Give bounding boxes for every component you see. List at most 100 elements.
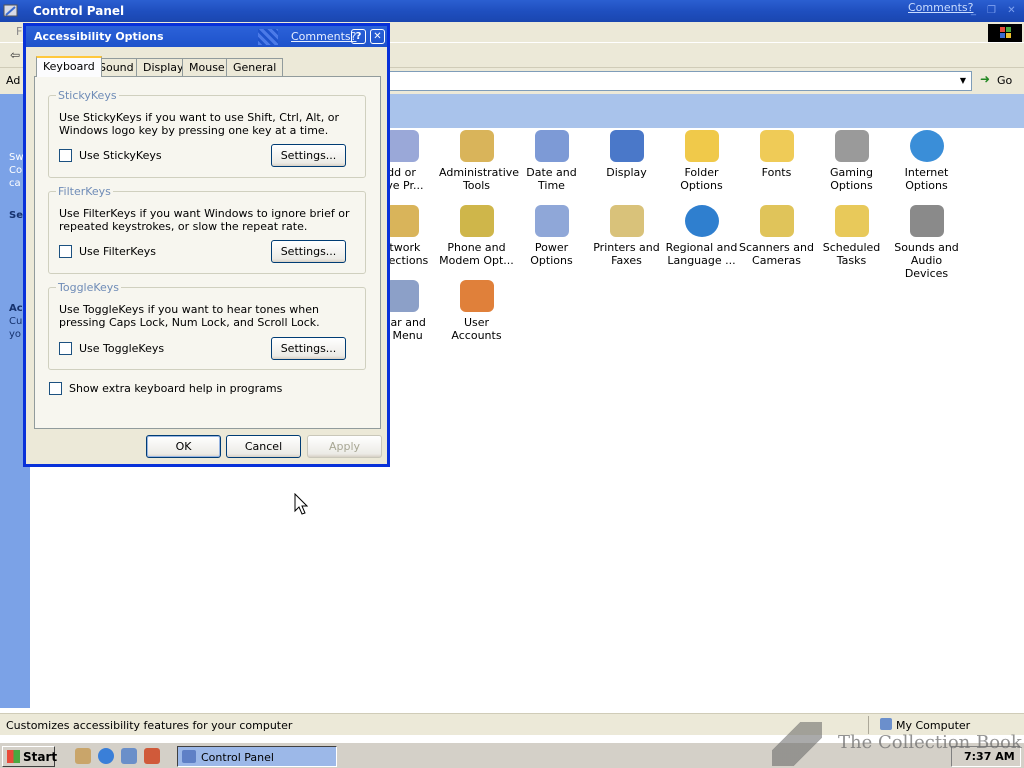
stickykeys-description: Use StickyKeys if you want to use Shift,… [59, 111, 339, 137]
control-panel-item[interactable]: Scanners and Cameras [739, 205, 814, 267]
control-panel-item-label: Power Options [530, 241, 573, 267]
fonts-icon [759, 130, 794, 162]
control-panel-item-label: Printers and Faxes [593, 241, 660, 267]
control-panel-item[interactable]: Phone and Modem Opt... [439, 205, 514, 267]
left-panel-text[interactable]: Sw [9, 152, 24, 163]
control-panel-item-label: Display [606, 166, 647, 179]
stickykeys-settings-button[interactable]: Settings... [271, 144, 346, 167]
regional-language-icon [684, 205, 719, 237]
minimize-button[interactable]: _ [966, 4, 981, 17]
file-menu[interactable]: F [16, 25, 22, 38]
tab-mouse[interactable]: Mouse [182, 58, 232, 76]
control-panel-item[interactable]: Gaming Options [814, 130, 889, 192]
control-panel-item-label: Sounds and Audio Devices [894, 241, 959, 280]
control-panel-item[interactable]: Date and Time [514, 130, 589, 192]
printers-faxes-icon [609, 205, 644, 237]
tab-general[interactable]: General [226, 58, 284, 76]
use-togglekeys-label: Use ToggleKeys [79, 342, 165, 355]
mouse-cursor-icon [294, 492, 309, 518]
power-options-icon [534, 205, 569, 237]
go-button[interactable]: ➜ Go [978, 71, 1020, 91]
checkbox-box[interactable] [59, 245, 72, 258]
ok-button[interactable]: OK [146, 435, 221, 458]
window-title: Control Panel [33, 4, 125, 18]
filterkeys-group-label: FilterKeys [56, 185, 113, 198]
left-panel-text[interactable]: ca [9, 178, 21, 189]
address-dropdown-icon[interactable]: ▼ [955, 72, 971, 90]
show-desktop-icon[interactable] [75, 748, 91, 764]
control-panel-icon [3, 3, 19, 19]
use-filterkeys-label: Use FilterKeys [79, 245, 156, 258]
go-label: Go [997, 74, 1013, 87]
use-stickykeys-label: Use StickyKeys [79, 149, 162, 162]
back-arrow-icon[interactable]: ⇦ [10, 48, 20, 62]
start-button[interactable]: Start [2, 746, 58, 767]
cancel-button[interactable]: Cancel [226, 435, 301, 458]
control-panel-item[interactable]: Folder Options [664, 130, 739, 192]
dialog-title-bar[interactable]: Accessibility Options Comments? ? ✕ [26, 26, 387, 47]
administrative-tools-icon [459, 130, 494, 162]
dialog-title: Accessibility Options [34, 30, 164, 43]
control-panel-item[interactable]: User Accounts [439, 280, 514, 342]
control-panel-item-label: Scanners and Cameras [739, 241, 814, 267]
control-panel-item[interactable]: Fonts [739, 130, 814, 179]
sounds-audio-icon [909, 205, 944, 237]
dialog-close-button[interactable]: ✕ [370, 29, 385, 44]
left-panel-heading: Ac [9, 303, 23, 314]
start-label: Start [23, 750, 58, 764]
user-accounts-icon [459, 280, 494, 312]
dialog-comments-link[interactable]: Comments? [291, 30, 356, 43]
media-player-icon[interactable] [144, 748, 160, 764]
control-panel-item[interactable]: Sounds and Audio Devices [889, 205, 964, 280]
left-panel-text: Cu [9, 316, 23, 327]
control-panel-item[interactable]: Printers and Faxes [589, 205, 664, 267]
control-panel-item-label: Administrative Tools [439, 166, 520, 192]
control-panel-title-bar[interactable]: Control Panel Comments? _ ❐ ✕ [0, 0, 1024, 22]
control-panel-item-label: Fonts [761, 166, 792, 179]
restore-button[interactable]: ❐ [984, 4, 999, 17]
control-panel-item-label: Scheduled Tasks [822, 241, 881, 267]
taskbar-control-panel-label: Control Panel [201, 751, 274, 764]
togglekeys-group-label: ToggleKeys [56, 281, 122, 294]
left-panel-text[interactable]: Co [9, 165, 22, 176]
checkbox-box[interactable] [59, 149, 72, 162]
checkbox-box[interactable] [59, 342, 72, 355]
display-icon [609, 130, 644, 162]
control-panel-item[interactable]: Administrative Tools [439, 130, 520, 192]
control-panel-item[interactable]: Power Options [514, 205, 589, 267]
control-panel-item[interactable]: Regional and Language ... [664, 205, 739, 267]
taskbar-control-panel-button[interactable]: Control Panel [177, 746, 337, 767]
filterkeys-settings-button[interactable]: Settings... [271, 240, 346, 263]
togglekeys-description: Use ToggleKeys if you want to hear tones… [59, 303, 320, 329]
tab-keyboard[interactable]: Keyboard [36, 56, 102, 77]
status-text: Customizes accessibility features for yo… [6, 719, 293, 732]
stickykeys-group: StickyKeys Use StickyKeys if you want to… [48, 89, 366, 178]
windows-explorer-icon[interactable] [121, 748, 137, 764]
date-time-icon [534, 130, 569, 162]
extra-keyboard-help-label: Show extra keyboard help in programs [69, 382, 283, 395]
control-panel-item[interactable]: Display [589, 130, 664, 179]
checkbox-box[interactable] [49, 382, 62, 395]
title-pattern-icon [258, 29, 278, 45]
phone-modem-icon [459, 205, 494, 237]
internet-explorer-icon[interactable] [98, 748, 114, 764]
keyboard-tab-page: StickyKeys Use StickyKeys if you want to… [34, 76, 381, 429]
windows-logo-icon [988, 24, 1022, 42]
go-arrow-icon: ➜ [980, 72, 991, 86]
apply-button[interactable]: Apply [307, 435, 382, 458]
control-panel-item[interactable]: Internet Options [889, 130, 964, 192]
accessibility-options-dialog: Accessibility Options Comments? ? ✕ Keyb… [23, 23, 390, 467]
togglekeys-group: ToggleKeys Use ToggleKeys if you want to… [48, 281, 366, 370]
control-panel-item-label: Internet Options [904, 166, 949, 192]
control-panel-item-label: Folder Options [680, 166, 723, 192]
togglekeys-settings-button[interactable]: Settings... [271, 337, 346, 360]
scanners-cameras-icon [759, 205, 794, 237]
internet-options-icon [909, 130, 944, 162]
windows-flag-icon [7, 750, 20, 763]
comments-link[interactable]: Comments? [908, 1, 973, 14]
help-button[interactable]: ? [351, 29, 366, 44]
close-button[interactable]: ✕ [1004, 4, 1019, 17]
watermark-text: The Collection Book [838, 732, 1022, 753]
control-panel-item[interactable]: Scheduled Tasks [814, 205, 889, 267]
scheduled-tasks-icon [834, 205, 869, 237]
